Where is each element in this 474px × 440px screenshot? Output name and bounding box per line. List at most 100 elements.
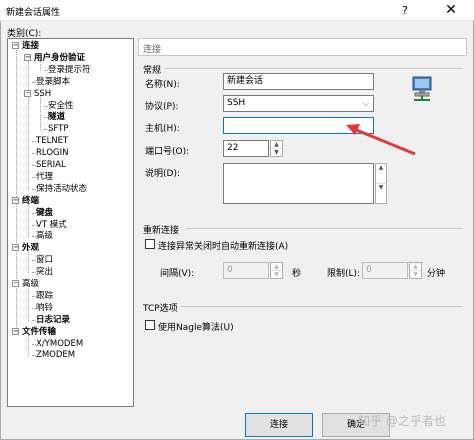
limit-spinner[interactable]: ▲ ▼ <box>409 262 422 279</box>
tree-item-label: 安全性 <box>48 100 74 111</box>
tree-item[interactable]: 安全性 <box>44 100 74 112</box>
auto-reconnect-checkbox[interactable] <box>145 239 155 249</box>
tree-connector-line <box>32 355 38 357</box>
interval-spinner[interactable]: ▲ ▼ <box>270 262 283 279</box>
tree-connector-line <box>32 307 38 309</box>
tree-item-label: 终端 <box>22 195 40 206</box>
tree-item[interactable]: X/YMODEM <box>32 339 83 350</box>
help-button[interactable]: ? <box>384 0 426 21</box>
name-input[interactable]: 新建会话 <box>223 73 374 90</box>
nagle-checkbox[interactable] <box>145 320 155 330</box>
tcp-group-divider <box>180 306 463 307</box>
description-label: 说明(D): <box>145 169 180 179</box>
tree-item-label: SSH <box>34 88 52 99</box>
tree-item[interactable]: ZMODEM <box>32 350 75 361</box>
tree-item[interactable]: 窗口 <box>32 255 53 266</box>
port-input[interactable]: 22 <box>223 140 269 157</box>
port-spinner[interactable]: ▲ ▼ <box>270 140 283 157</box>
tree-item[interactable]: TELNET <box>32 136 68 147</box>
tree-item[interactable]: 登录提示符 <box>44 64 91 76</box>
tree-collapse-icon[interactable]: − <box>12 280 19 287</box>
tree-item-label: 保持活动状态 <box>36 183 88 194</box>
tree-item[interactable]: 响铃 <box>32 302 54 314</box>
tree-item[interactable]: 键盘 <box>32 207 54 219</box>
protocol-select[interactable]: SSH ⌵ <box>223 95 374 112</box>
interval-unit: 秒 <box>292 269 302 279</box>
tree-item-label: SERIAL <box>36 160 66 170</box>
tree-item[interactable]: 隧道 <box>44 112 66 123</box>
description-input[interactable] <box>223 163 374 204</box>
reconnect-group-title: 重新连接 <box>143 226 180 236</box>
tree-item[interactable]: 突出 <box>32 267 53 278</box>
tree-item-label: 隧道 <box>48 112 66 123</box>
tree-item[interactable]: − 用户身份验证 <box>24 53 85 64</box>
connect-button[interactable]: 连接 <box>245 413 313 437</box>
tree-connector-line <box>32 319 38 321</box>
tree-collapse-icon[interactable]: − <box>12 42 19 49</box>
tree-item-label: 键盘 <box>36 207 54 218</box>
tree-item[interactable]: SFTP <box>44 124 68 135</box>
tree-item[interactable]: − 文件传输 <box>12 327 56 338</box>
tree-collapse-icon[interactable]: − <box>12 327 19 335</box>
tree-item[interactable]: − SSH <box>24 89 51 100</box>
tree-item[interactable]: − 外观 <box>12 243 39 254</box>
tree-item-label: 登录脚本 <box>36 76 71 87</box>
tree-item[interactable]: 高级 <box>32 231 53 242</box>
tree-item-label: 代理 <box>36 171 54 182</box>
tree-connector-line <box>32 212 38 214</box>
tree-item[interactable]: RLOGIN <box>32 148 68 159</box>
tree-connector-line <box>32 188 38 190</box>
close-button[interactable]: ✕ <box>428 0 474 21</box>
general-group-title: 常规 <box>143 66 162 76</box>
general-group-divider <box>165 68 463 69</box>
tree-item[interactable]: 跟踪 <box>32 291 53 302</box>
red-arrow-annotation <box>346 124 416 156</box>
tree-item[interactable]: 登录脚本 <box>32 76 71 88</box>
tcp-group-title: TCP选项 <box>143 304 178 314</box>
spin-down-icon[interactable]: ▼ <box>271 271 282 279</box>
spin-down-icon[interactable]: ▼ <box>410 271 421 279</box>
tree-item-label: 高级 <box>22 279 40 289</box>
tree-connector-line <box>28 284 29 321</box>
tree-connector-line <box>32 236 38 238</box>
tree-connector-line <box>32 343 38 345</box>
limit-input[interactable]: 0 <box>362 262 408 279</box>
protocol-value: SSH <box>227 98 246 108</box>
spin-up-icon[interactable]: ▲ <box>410 263 421 271</box>
tree-connector-line <box>32 260 38 262</box>
tree-item-label: 响铃 <box>36 302 54 313</box>
tree-item[interactable]: − 高级 <box>12 279 39 290</box>
network-computer-icon <box>412 76 432 101</box>
spin-up-icon[interactable]: ▲ <box>271 141 282 149</box>
scroll-up-icon[interactable]: ▲ <box>376 164 386 184</box>
name-label: 名称(N): <box>145 80 180 90</box>
tree-item[interactable]: 代理 <box>32 171 54 183</box>
tree-item[interactable]: 日志记录 <box>32 315 70 326</box>
spin-down-icon[interactable]: ▼ <box>271 149 282 157</box>
spin-up-icon[interactable]: ▲ <box>271 263 282 271</box>
description-scrollbar[interactable]: ▲ ▼ <box>375 163 387 204</box>
tree-connector-line <box>44 69 50 71</box>
tree-collapse-icon[interactable]: − <box>24 53 31 61</box>
tree-item[interactable]: VT 模式 <box>32 220 67 231</box>
tree-connector-line <box>40 94 41 131</box>
tree-collapse-icon[interactable]: − <box>12 196 19 204</box>
tree-item[interactable]: SERIAL <box>32 160 66 171</box>
nagle-label: 使用Nagle算法(U) <box>158 323 234 333</box>
tree-connector-line <box>32 224 38 226</box>
scroll-down-icon[interactable]: ▼ <box>376 184 386 204</box>
tree-item-label: 外观 <box>22 243 40 254</box>
limit-unit: 分钟 <box>427 269 446 279</box>
tree-item[interactable]: − 连接 <box>12 41 39 52</box>
panel-header-title: 连接 <box>143 45 162 55</box>
tree-item[interactable]: − 终端 <box>12 196 39 207</box>
tree-collapse-icon[interactable]: − <box>24 89 31 97</box>
interval-input[interactable]: 0 <box>223 262 269 279</box>
tree-connector-line <box>44 105 50 107</box>
tree-collapse-icon[interactable]: − <box>12 244 19 252</box>
panel-header <box>138 38 467 56</box>
tree-item-label: 登录提示符 <box>48 64 91 75</box>
tree-item[interactable]: 保持活动状态 <box>32 183 88 195</box>
tree-item-label: 连接 <box>22 41 40 51</box>
category-tree[interactable]: − 连接 − 用户身份验证 登录提示符 登录脚本 − SSH 安全性 隧道 SFTP TELNET RL… <box>7 38 134 407</box>
